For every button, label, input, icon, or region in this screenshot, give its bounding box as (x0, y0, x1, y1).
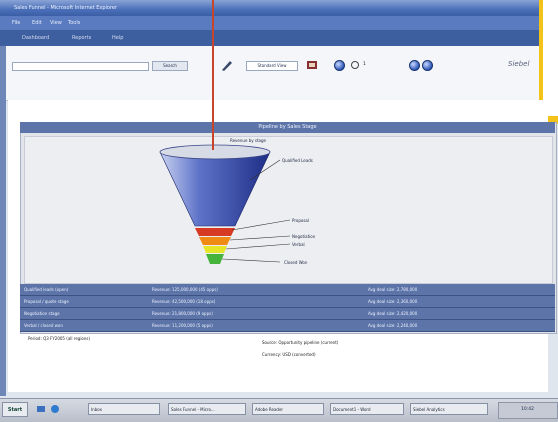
menu-item-tools[interactable]: Tools (68, 20, 80, 26)
page-indicator: 1 (363, 62, 366, 67)
toolbar: Search Standard View 1 Siebel (0, 46, 548, 101)
window-titlebar: Sales Funnel - Microsoft Internet Explor… (0, 0, 548, 16)
funnel-label-verbal: Verbal (292, 242, 305, 247)
funnel-segment-closed (206, 254, 224, 264)
left-frame-edge (0, 46, 6, 396)
funnel-segment-proposal (195, 228, 235, 236)
previous-icon[interactable] (409, 60, 420, 71)
task-item[interactable]: Siebel Analytics (410, 403, 488, 415)
table-cell: Revenue: 21,800,000 (9 opps) (152, 311, 213, 316)
window-title: Sales Funnel - Microsoft Internet Explor… (14, 5, 118, 11)
taskbar: Start Inbox Sales Funnel - Micro... Adob… (0, 398, 558, 422)
annotation-callout-panel (543, 0, 558, 116)
funnel-chart (159, 144, 291, 264)
funnel-segment-negotiation (199, 237, 231, 245)
table-cell: Revenue: 125,000,000 (45 opps) (152, 287, 218, 292)
menu-item-edit[interactable]: Edit (32, 20, 42, 26)
search-input[interactable] (12, 62, 149, 71)
funnel-segment-verbal (203, 246, 227, 253)
funnel-label-negotiation: Negotiation (292, 234, 316, 239)
next-icon[interactable] (422, 60, 433, 71)
clock: 10:42 (521, 407, 534, 412)
refresh-icon[interactable] (350, 60, 360, 70)
annotation-pointer-line (212, 0, 214, 150)
funnel-rim (159, 144, 271, 160)
task-item[interactable]: Inbox (88, 403, 160, 415)
table-row[interactable]: Verbal / closed won Revenue: 11,200,000 … (20, 320, 555, 332)
brand-logo: Siebel (508, 60, 530, 68)
pencil-icon[interactable] (220, 58, 234, 72)
desktop-icon[interactable] (36, 404, 46, 414)
table-cell: Qualified leads (open) (24, 287, 69, 292)
funnel-label-closed: Closed Won (284, 260, 308, 265)
table-cell: Revenue: 42,500,000 (18 opps) (152, 299, 216, 304)
back-icon[interactable] (334, 60, 345, 71)
table-cell: Avg deal size: 2,240,000 (368, 323, 418, 328)
browser-icon[interactable] (50, 404, 60, 414)
system-tray: 10:42 (498, 402, 558, 419)
panel-title: Pipeline by Sales Stage (20, 122, 555, 133)
task-item[interactable]: Document1 - Word (330, 403, 404, 415)
table-cell: Avg deal size: 2,360,000 (368, 299, 418, 304)
tab-reports[interactable]: Reports (72, 35, 91, 41)
table-row[interactable]: Proposal / quote stage Revenue: 42,500,0… (20, 296, 555, 308)
legend-currency: Currency: USD (converted) (262, 352, 316, 357)
funnel-segment-leads (159, 151, 271, 227)
table-cell: Avg deal size: 2,420,000 (368, 311, 418, 316)
table-cell: Avg deal size: 2,780,000 (368, 287, 418, 292)
tab-dashboard[interactable]: Dashboard (22, 35, 49, 41)
table-cell: Revenue: 11,200,000 (5 opps) (152, 323, 213, 328)
table-cell: Verbal / closed won (24, 323, 63, 328)
view-select[interactable]: Standard View (246, 61, 298, 71)
search-button[interactable]: Search (152, 61, 188, 71)
menu-item-file[interactable]: File (12, 20, 20, 26)
menu-bar: File Edit View Tools (0, 16, 548, 30)
task-item[interactable]: Sales Funnel - Micro... (168, 403, 246, 415)
table-row[interactable]: Negotiation stage Revenue: 21,800,000 (9… (20, 308, 555, 320)
funnel-label-proposal: Proposal (292, 218, 309, 223)
task-item[interactable]: Adobe Reader (252, 403, 324, 415)
legend-period: Period: Q3 FY2005 (all regions) (28, 336, 91, 341)
menu-item-view[interactable]: View (50, 20, 62, 26)
table-cell: Proposal / quote stage (24, 299, 69, 304)
sub-navigation: Dashboard Reports Help (0, 30, 548, 46)
legend-source: Source: Opportunity pipeline (current) (262, 340, 339, 345)
tab-help[interactable]: Help (112, 35, 123, 41)
table-row[interactable]: Qualified leads (open) Revenue: 125,000,… (20, 284, 555, 296)
report-icon[interactable] (306, 59, 318, 71)
table-cell: Negotiation stage (24, 311, 60, 316)
funnel-label-leads: Qualified Leads (282, 158, 313, 163)
start-button[interactable]: Start (2, 402, 28, 417)
